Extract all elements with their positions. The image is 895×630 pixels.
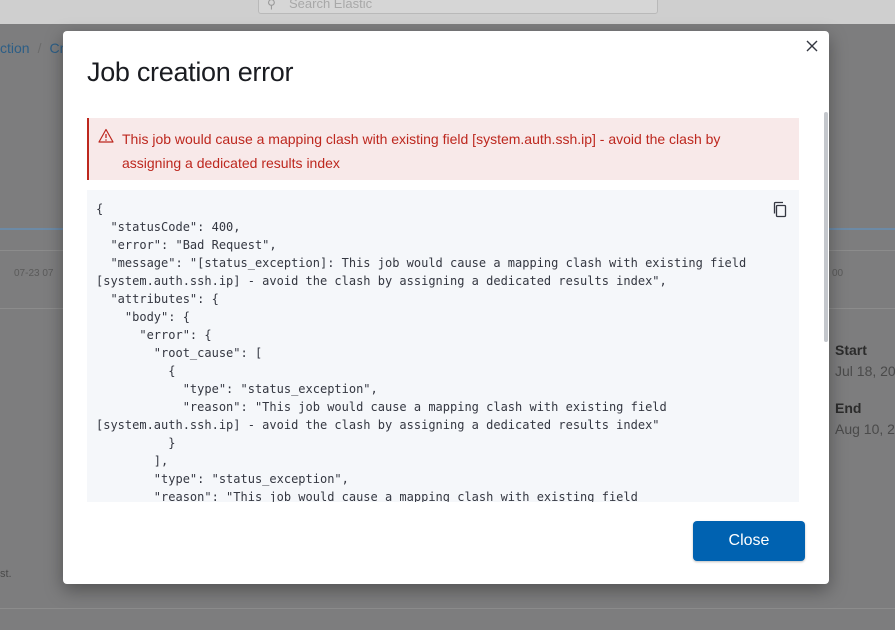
code-line: [system.auth.ssh.ip] - avoid the clash b… — [96, 418, 660, 432]
code-line: "attributes": { — [110, 292, 219, 306]
error-code-block[interactable]: { "statusCode": 400, "error": "Bad Reque… — [87, 190, 799, 502]
search-placeholder: Search Elastic — [289, 0, 373, 11]
close-icon[interactable] — [803, 37, 821, 55]
warning-icon — [98, 128, 114, 143]
code-line: "body": { — [124, 310, 190, 324]
code-line: { — [96, 202, 104, 216]
job-creation-error-modal: Job creation error This job would cause … — [63, 31, 829, 584]
code-line: "type": "status_exception", — [153, 472, 349, 486]
code-line: { — [168, 364, 176, 378]
start-value: Jul 18, 20 — [835, 363, 895, 379]
breadcrumb: ction / Cr — [0, 40, 65, 56]
scrollbar-thumb[interactable] — [824, 112, 828, 342]
code-line: "statusCode": 400, — [110, 220, 241, 234]
code-line: "reason": "This job would cause a mappin… — [96, 490, 638, 502]
error-callout: This job would cause a mapping clash wit… — [87, 118, 799, 180]
copy-icon[interactable] — [772, 201, 788, 219]
code-line: [system.auth.ssh.ip] - avoid the clash b… — [96, 274, 667, 288]
code-line: "message": "[status_exception]: This job… — [110, 256, 747, 270]
close-button[interactable]: Close — [693, 521, 805, 561]
global-search-input[interactable]: ⚲ Search Elastic — [258, 0, 658, 14]
code-line: "root_cause": [ — [153, 346, 263, 360]
code-line: "error": { — [139, 328, 212, 342]
end-value: Aug 10, 2 — [835, 421, 895, 437]
error-message: This job would cause a mapping clash wit… — [122, 131, 721, 171]
code-line: "type": "status_exception", — [182, 382, 378, 396]
footnote-text: st. — [0, 568, 12, 580]
error-json: { "statusCode": 400, "error": "Bad Reque… — [87, 190, 799, 502]
start-label: Start — [835, 342, 867, 358]
modal-scrollbar[interactable] — [824, 112, 828, 344]
modal-title: Job creation error — [87, 57, 294, 87]
code-line: ], — [153, 454, 169, 468]
code-line: "error": "Bad Request", — [110, 238, 277, 252]
chart-axis-label: 07-23 07 — [14, 268, 54, 279]
divider — [0, 608, 895, 609]
search-icon: ⚲ — [267, 0, 276, 11]
breadcrumb-item[interactable]: ction — [0, 40, 30, 56]
code-line: "reason": "This job would cause a mappin… — [182, 400, 667, 414]
chart-axis-label: 00 — [832, 268, 844, 279]
end-label: End — [835, 400, 862, 416]
code-line: } — [168, 436, 176, 450]
top-header-bar: ⚲ Search Elastic — [0, 0, 895, 24]
